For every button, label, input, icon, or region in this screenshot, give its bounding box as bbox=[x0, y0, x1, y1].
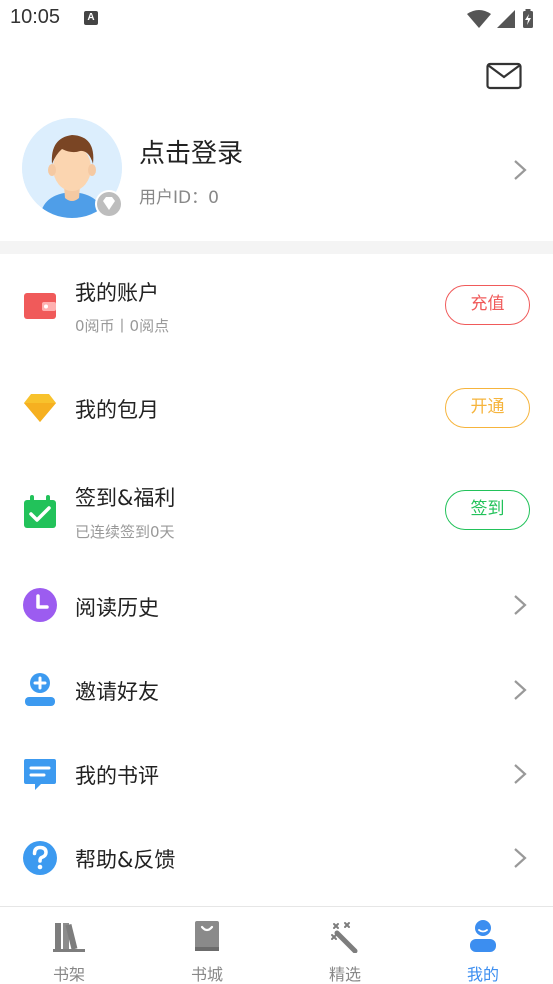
tab-bookshelf[interactable]: 书架 bbox=[0, 907, 138, 984]
subscribe-button[interactable]: 开通 bbox=[445, 388, 530, 428]
checkin-button[interactable]: 签到 bbox=[445, 490, 530, 530]
menu-item-checkin[interactable]: 签到&福利 已连续签到0天 签到 bbox=[0, 462, 553, 566]
tab-label-profile: 我的 bbox=[466, 965, 499, 984]
menu-item-reviews[interactable]: 我的书评 bbox=[0, 734, 553, 814]
clock-icon bbox=[23, 588, 57, 622]
profile-icon bbox=[470, 920, 496, 952]
tab-label-bookshelf: 书架 bbox=[52, 965, 85, 984]
diamond-badge-icon bbox=[97, 192, 121, 216]
signal-battery-icon bbox=[467, 9, 533, 28]
profile-header[interactable]: 点击登录 用户ID：0 bbox=[0, 110, 553, 234]
section-divider bbox=[0, 241, 553, 254]
checkin-streak-text: 已连续签到0天 bbox=[75, 523, 175, 541]
menu-title-history: 阅读历史 bbox=[75, 596, 159, 620]
user-id-text: 用户ID：0 bbox=[139, 188, 219, 208]
avatar[interactable] bbox=[22, 118, 123, 218]
status-time: 10:05 bbox=[10, 6, 61, 28]
chevron-right-icon bbox=[514, 680, 527, 700]
login-link[interactable]: 点击登录 bbox=[139, 133, 243, 170]
tab-bookstore[interactable]: 书城 bbox=[138, 907, 276, 984]
menu-title-monthly: 我的包月 bbox=[75, 398, 159, 422]
menu-title-account: 我的账户 bbox=[75, 281, 159, 305]
vip-badge bbox=[95, 190, 123, 218]
menu-title-checkin: 签到&福利 bbox=[75, 486, 176, 510]
diamond-icon bbox=[24, 394, 56, 422]
comment-icon bbox=[24, 759, 56, 790]
wallet-icon bbox=[24, 293, 56, 319]
notification-icon: A bbox=[84, 11, 98, 25]
menu-item-history[interactable]: 阅读历史 bbox=[0, 566, 553, 646]
menu-item-help[interactable]: 帮助&反馈 bbox=[0, 818, 553, 898]
menu-item-invite[interactable]: 邀请好友 bbox=[0, 650, 553, 730]
account-balance-text: 0阅币丨0阅点 bbox=[75, 317, 170, 335]
help-icon bbox=[23, 841, 57, 875]
chevron-right-icon bbox=[514, 595, 527, 615]
recharge-button[interactable]: 充值 bbox=[445, 285, 530, 325]
mail-icon bbox=[486, 62, 522, 90]
chevron-right-icon bbox=[514, 848, 527, 868]
add-friend-icon bbox=[25, 673, 55, 706]
menu-title-invite: 邀请好友 bbox=[75, 680, 159, 704]
chevron-right-icon bbox=[514, 764, 527, 784]
bookshelf-icon bbox=[53, 923, 85, 952]
featured-icon bbox=[331, 922, 358, 953]
status-bar: 10:05 A bbox=[0, 0, 553, 38]
messages-button[interactable] bbox=[486, 62, 522, 90]
tab-profile[interactable]: 我的 bbox=[414, 907, 552, 984]
menu-item-monthly[interactable]: 我的包月 开通 bbox=[0, 358, 553, 462]
bookstore-icon bbox=[195, 921, 219, 951]
tab-label-bookstore: 书城 bbox=[190, 965, 223, 984]
calendar-check-icon bbox=[24, 495, 56, 528]
chevron-right-icon bbox=[514, 160, 527, 180]
tab-featured[interactable]: 精选 bbox=[276, 907, 414, 984]
menu-title-help: 帮助&反馈 bbox=[75, 848, 176, 872]
menu-title-reviews: 我的书评 bbox=[75, 764, 159, 788]
menu-item-account[interactable]: 我的账户 0阅币丨0阅点 充值 bbox=[0, 254, 553, 358]
bottom-tab-bar: 书架 书城 精选 我的 bbox=[0, 906, 553, 984]
tab-label-featured: 精选 bbox=[328, 965, 361, 984]
